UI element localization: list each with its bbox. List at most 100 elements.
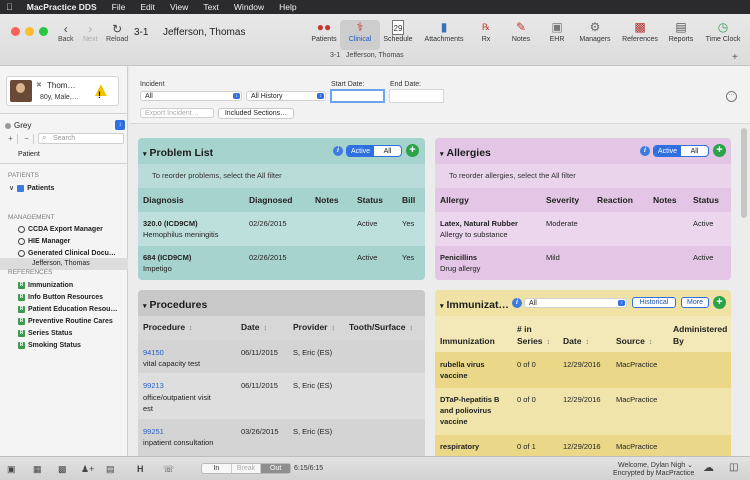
table-row[interactable]: [138, 340, 425, 373]
column-header-allergy[interactable]: Allergy: [440, 195, 469, 205]
toolbar-time-clock[interactable]: ◷ Time Clock: [700, 20, 746, 43]
toolbar-ehr[interactable]: ▣ EHR: [537, 20, 577, 43]
disclosure-triangle-icon[interactable]: ▾: [440, 303, 444, 310]
patient-card[interactable]: ✖ Thom… 80y, Male,… ▲!: [6, 76, 119, 106]
historical-button[interactable]: Historical: [632, 297, 676, 308]
sidebar-item-series-status[interactable]: R Series Status: [18, 330, 72, 337]
segment-all[interactable]: All: [681, 146, 708, 156]
info-icon[interactable]: i: [512, 298, 522, 308]
column-header-diagnosed[interactable]: Diagnosed: [249, 195, 292, 205]
zoom-window-button[interactable]: [39, 27, 48, 36]
export-incident-select[interactable]: Export Incident…: [140, 108, 214, 118]
phone-icon[interactable]: ☏: [163, 464, 174, 475]
column-header-administered[interactable]: Administered: [673, 324, 727, 334]
immunization-filter-select[interactable]: All ↕: [524, 298, 627, 308]
column-header-provider[interactable]: Provider ↕: [293, 322, 335, 332]
procedure-code[interactable]: 99251: [143, 427, 164, 436]
sidebar-item-preventive-care[interactable]: R Preventive Routine Cares: [18, 318, 113, 325]
back-button[interactable]: ‹ Back: [58, 22, 74, 43]
clock-out-button[interactable]: Out: [261, 464, 291, 473]
table-row[interactable]: [138, 212, 425, 246]
add-problem-button[interactable]: +: [406, 144, 419, 157]
more-options-icon[interactable]: ···: [726, 91, 737, 102]
column-header-source[interactable]: Source ↕: [616, 336, 652, 346]
disclosure-triangle-icon[interactable]: ▾: [143, 303, 147, 310]
column-header-series[interactable]: Series ↕: [517, 336, 550, 346]
column-header-reaction[interactable]: Reaction: [597, 195, 633, 205]
add-allergy-button[interactable]: +: [713, 144, 726, 157]
minimize-window-button[interactable]: [25, 27, 34, 36]
close-window-button[interactable]: [11, 27, 20, 36]
column-header-date[interactable]: Date ↕: [563, 336, 589, 346]
clock-in-button[interactable]: In: [202, 464, 231, 473]
warning-icon[interactable]: ▲!: [91, 80, 111, 100]
column-header-notes[interactable]: Notes: [315, 195, 339, 205]
column-header-severity[interactable]: Severity: [546, 195, 579, 205]
group-dropdown-icon[interactable]: ↕: [115, 120, 125, 130]
toolbar-clinical[interactable]: ⚕ Clinical: [340, 20, 380, 50]
procedure-code[interactable]: 94150: [143, 348, 164, 357]
history-select[interactable]: All History ↕: [246, 91, 326, 101]
add-person-icon[interactable]: ♟+: [81, 464, 94, 475]
sidebar-item-patients[interactable]: ∨ Patients: [9, 184, 54, 192]
sidebar-item-patient[interactable]: Patient: [18, 151, 40, 158]
menu-help[interactable]: Help: [279, 2, 296, 12]
sidebar-item-generated-clinical[interactable]: Generated Clinical Docu…: [18, 250, 116, 257]
break-button[interactable]: Break: [230, 464, 262, 473]
sidebar-item-info-button[interactable]: R Info Button Resources: [18, 294, 103, 301]
add-immunization-button[interactable]: +: [713, 296, 726, 309]
vertical-scrollbar[interactable]: [741, 128, 747, 218]
info-icon[interactable]: i: [333, 146, 343, 156]
sidebar-item-immunization[interactable]: R Immunization: [18, 282, 73, 289]
toolbar-rx[interactable]: ℞ Rx: [466, 20, 506, 43]
toolbar-notes[interactable]: ✎ Notes: [501, 20, 541, 43]
help-icon[interactable]: H: [137, 464, 144, 474]
menu-text[interactable]: Text: [203, 2, 219, 12]
more-button[interactable]: More: [681, 297, 709, 308]
column-header-by[interactable]: By: [673, 336, 684, 346]
group-selector[interactable]: Grey: [5, 121, 31, 130]
table-grid-icon[interactable]: ▦: [33, 464, 42, 475]
procedure-code[interactable]: 99213: [143, 381, 164, 390]
info-icon[interactable]: i: [640, 146, 650, 156]
sidebar-item-hie-manager[interactable]: HIE Manager: [18, 238, 70, 245]
segment-active[interactable]: Active: [654, 146, 681, 156]
disclosure-triangle-icon[interactable]: ▾: [440, 151, 444, 158]
close-circle-icon[interactable]: ✖: [36, 81, 42, 89]
camera-icon[interactable]: ▣: [7, 464, 16, 475]
chevron-down-icon[interactable]: ∨: [9, 184, 14, 192]
menu-view[interactable]: View: [170, 2, 188, 12]
chat-icon[interactable]: ☁: [703, 461, 714, 474]
table-row[interactable]: [435, 212, 731, 246]
apple-icon[interactable]: : [6, 2, 13, 12]
column-header-diagnosis[interactable]: Diagnosis: [143, 195, 184, 205]
column-header-procedure[interactable]: Procedure ↕: [143, 322, 193, 332]
column-header-notes[interactable]: Notes: [653, 195, 677, 205]
sidebar-item-jefferson[interactable]: Jefferson, Thomas: [32, 260, 90, 267]
toolbar-reports[interactable]: ▤ Reports: [661, 20, 701, 43]
sidebar-item-patient-education[interactable]: R Patient Education Resou…: [18, 306, 117, 313]
problem-filter-segment[interactable]: Active All: [346, 145, 402, 157]
next-button[interactable]: › Next: [83, 22, 97, 43]
time-clock-toggle[interactable]: In Break Out: [201, 463, 291, 474]
column-header-number-in[interactable]: # in: [517, 324, 532, 334]
menu-edit[interactable]: Edit: [140, 2, 155, 12]
add-tab-icon[interactable]: +: [732, 52, 738, 63]
toolbar-managers[interactable]: ⚙ Managers: [575, 20, 615, 43]
allergy-filter-segment[interactable]: Active All: [653, 145, 709, 157]
sidebar-search-input[interactable]: Search: [38, 133, 124, 144]
welcome-text[interactable]: Welcome, Dylan Nigh ⌄: [618, 461, 693, 469]
remote-icon[interactable]: ◫: [729, 462, 738, 473]
column-header-date[interactable]: Date ↕: [241, 322, 267, 332]
reload-button[interactable]: ↻ Reload: [106, 22, 128, 43]
apps-grid-icon[interactable]: ▩: [58, 464, 67, 475]
start-date-field[interactable]: [330, 89, 385, 103]
column-header-tooth-surface[interactable]: Tooth/Surface ↕: [349, 322, 413, 332]
column-header-status[interactable]: Status: [357, 195, 383, 205]
end-date-field[interactable]: [389, 89, 444, 103]
toolbar-schedule[interactable]: 29 Schedule: [378, 20, 418, 43]
sidebar-item-ccda-export[interactable]: CCDA Export Manager: [18, 226, 103, 233]
menu-app-name[interactable]: MacPractice DDS: [27, 2, 97, 12]
menu-file[interactable]: File: [112, 2, 126, 12]
menu-window[interactable]: Window: [234, 2, 264, 12]
